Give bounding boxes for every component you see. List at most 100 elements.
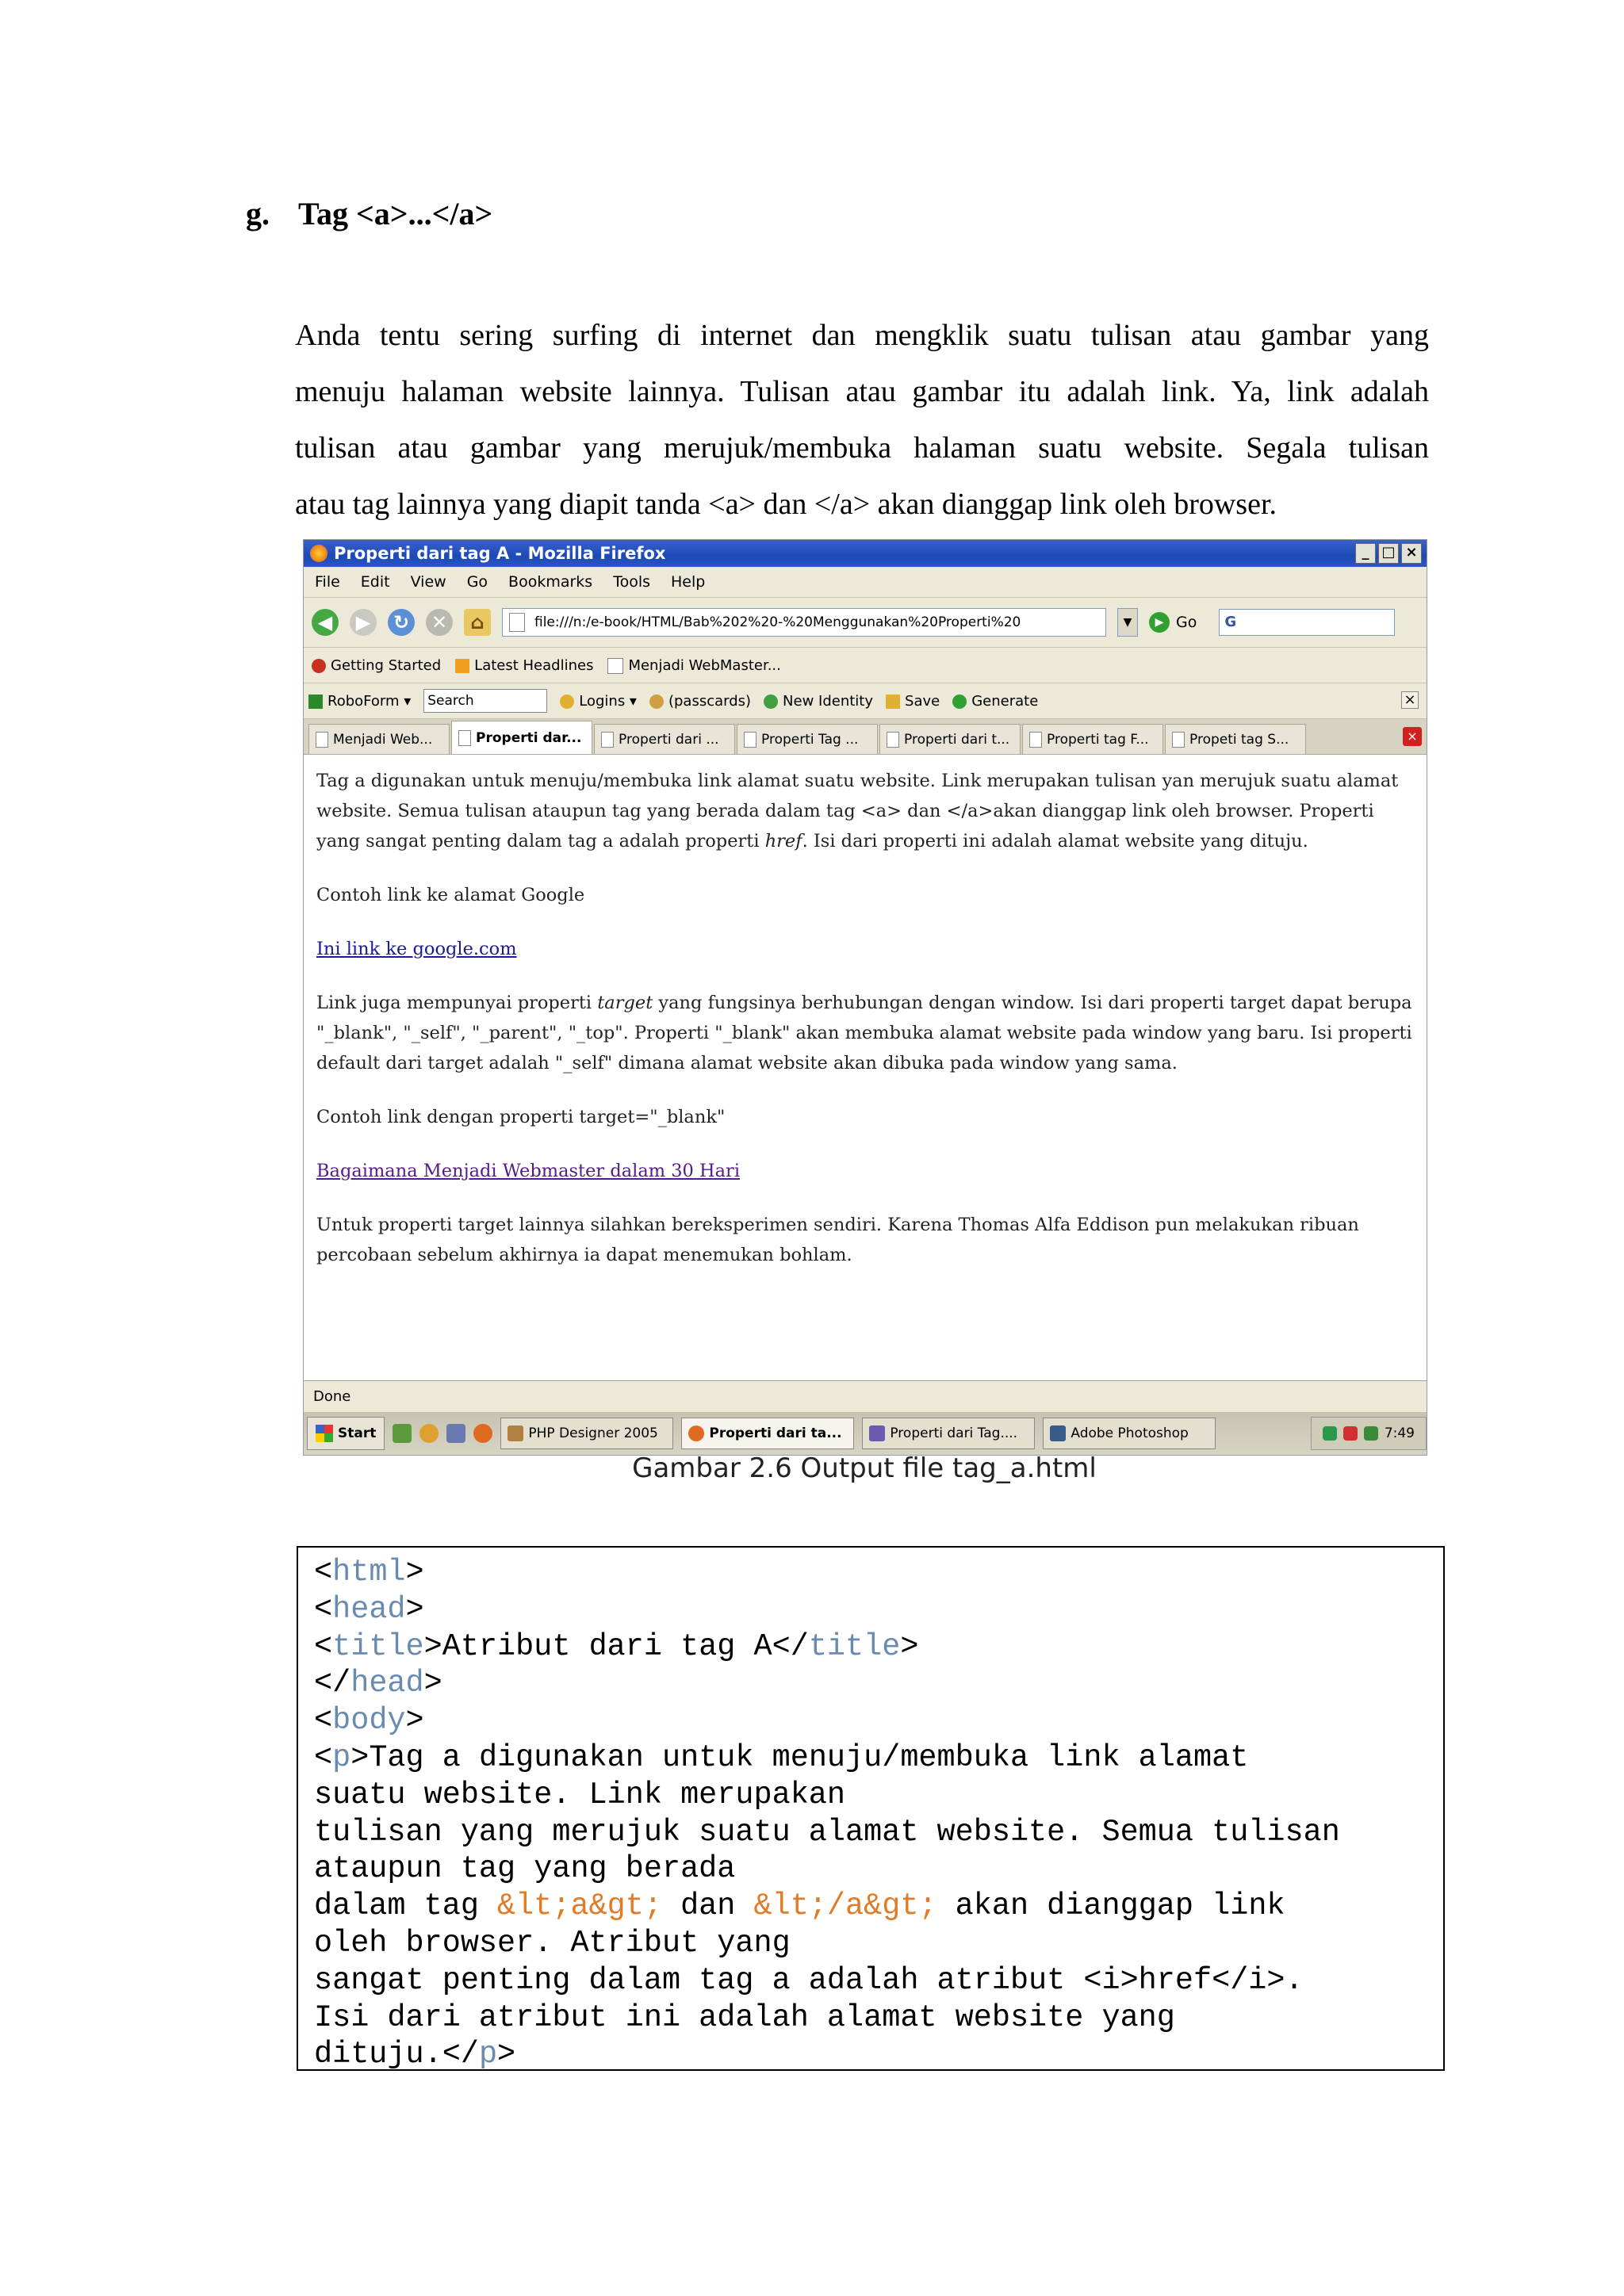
menu-file[interactable]: File [315,573,340,591]
code-tag: title [808,1628,901,1664]
tab-active[interactable]: Properti dar... [451,721,592,754]
content-paragraph: Untuk properti target lainnya silahkan b… [316,1215,1359,1265]
taskbar-item[interactable]: PHP Designer 2005 [500,1418,674,1449]
firefox-quicklaunch-icon[interactable] [473,1424,493,1443]
code-line: oleh browser. Atribut yang [314,1925,791,1961]
minimize-button[interactable]: _ [1355,543,1376,564]
roboform-button[interactable]: RoboForm ▾ [308,693,411,710]
paragraph-line: tulisan atau gambar yang merujuk/membuka… [295,431,1429,465]
bookmark-menjadi-webmaster[interactable]: Menjadi WebMaster... [607,656,781,674]
tab-label: Propeti tag S... [1189,731,1289,748]
bookmark-label: Menjadi WebMaster... [628,656,781,674]
taskbar-item[interactable]: Properti dari Tag.... [862,1418,1036,1449]
address-dropdown-icon[interactable]: ▼ [1117,608,1138,637]
menu-view[interactable]: View [411,573,446,591]
forward-icon[interactable]: ▶ [350,609,377,636]
maximize-button[interactable]: □ [1378,543,1399,564]
start-label: Start [338,1425,377,1441]
roboform-save[interactable]: Save [886,693,940,710]
go-button[interactable]: ▶ Go [1149,612,1197,633]
address-url: file:///n:/e-book/HTML/Bab%202%20-%20Men… [534,614,1021,630]
roboform-logins[interactable]: Logins ▾ [560,693,637,710]
menu-go[interactable]: Go [467,573,488,591]
google-link[interactable]: Ini link ke google.com [316,939,517,959]
roboform-close-icon[interactable]: × [1401,691,1419,709]
go-arrow-icon: ▶ [1149,612,1170,633]
page-icon [607,657,624,674]
code-entity: &lt;a&gt; [497,1888,662,1924]
navigation-toolbar: ◀ ▶ ↻ ✕ ⌂ file:///n:/e-book/HTML/Bab%202… [304,598,1427,648]
code-punct: < [314,1703,333,1739]
home-icon[interactable]: ⌂ [464,609,491,636]
section-heading: g. Tag <a>...</a> [246,195,492,232]
figure-caption: Gambar 2.6 Output file tag_a.html [632,1452,1097,1484]
code-line: ataupun tag yang berada [314,1851,736,1887]
content-paragraph: Link juga mempunyai properti target yang… [316,988,1414,1078]
tray-icon[interactable] [1322,1426,1337,1441]
code-line: </head> [314,1665,1427,1702]
code-line: tulisan yang merujuk suatu alamat websit… [314,1814,1340,1850]
paragraph-line: Anda tentu sering surfing di internet da… [295,319,1429,352]
back-icon[interactable]: ◀ [312,609,339,636]
task-label: PHP Designer 2005 [528,1425,658,1441]
close-button[interactable]: × [1401,543,1422,564]
code-text: dalam tag [314,1888,498,1924]
tab[interactable]: Properti dari t... [879,724,1021,754]
passcard-icon [649,694,664,709]
code-punct: </ [314,1666,351,1701]
page-icon [509,613,525,632]
section-title: Tag <a>...</a> [298,196,493,232]
start-button[interactable]: Start [307,1417,385,1450]
tab[interactable]: Properti tag F... [1022,724,1163,754]
code-tag: html [332,1555,406,1590]
tab[interactable]: Propeti tag S... [1165,724,1306,754]
tab-label: Properti dari t... [904,731,1010,748]
status-bar: Done [304,1380,1427,1412]
tray-icon[interactable] [1342,1426,1358,1441]
firefox-icon [310,545,327,562]
tab-label: Menjadi Web... [333,731,433,748]
tab[interactable]: Menjadi Web... [308,724,450,754]
code-line: <title>Atribut dari tag A</title> [314,1628,1427,1666]
tab[interactable]: Properti Tag ... [737,724,878,754]
code-entity: &lt;/a&gt; [753,1888,937,1924]
key-icon [560,694,575,709]
code-punct: < [314,1739,333,1775]
roboform-item-label: Generate [971,692,1039,710]
tab-label: Properti tag F... [1047,731,1149,748]
tray-icon[interactable] [1363,1426,1378,1441]
web-search-input[interactable]: G [1219,609,1396,636]
reload-icon[interactable]: ↻ [388,609,415,636]
menu-help[interactable]: Help [671,573,705,591]
roboform-new-identity[interactable]: New Identity [764,693,873,710]
menu-bookmarks[interactable]: Bookmarks [508,573,592,591]
webmaster-link[interactable]: Bagaimana Menjadi Webmaster dalam 30 Har… [316,1161,740,1181]
browser-screenshot: Properti dari tag A - Mozilla Firefox _ … [303,539,1427,1456]
tab[interactable]: Properti dari ... [594,724,735,754]
menu-edit[interactable]: Edit [361,573,390,591]
content-paragraph: Contoh link dengan properti target="_bla… [316,1107,726,1127]
desktop-icon[interactable] [393,1424,412,1443]
close-tab-icon[interactable]: × [1403,727,1422,746]
stop-icon[interactable]: ✕ [426,609,453,636]
roboform-search-input[interactable]: Search [423,689,548,713]
menu-tools[interactable]: Tools [613,573,650,591]
roboform-generate[interactable]: Generate [952,693,1038,710]
code-punct: > [405,1703,424,1739]
taskbar-item-active[interactable]: Properti dari ta... [681,1418,855,1449]
roboform-passcards[interactable]: (passcards) [649,693,751,710]
explorer-icon[interactable] [446,1424,466,1443]
code-text: dan [661,1888,754,1924]
windows-taskbar: Start PHP Designer 2005 Properti dari ta… [304,1412,1427,1455]
address-bar[interactable]: file:///n:/e-book/HTML/Bab%202%20-%20Men… [502,608,1106,637]
paragraph-line: atau tag lainnya yang diapit tanda <a> d… [295,488,1277,521]
bookmark-getting-started[interactable]: Getting Started [312,657,441,674]
taskbar-item[interactable]: Adobe Photoshop [1043,1418,1216,1449]
media-icon[interactable] [419,1424,439,1443]
code-text: dituju.</ [314,2037,479,2072]
bookmark-latest-headlines[interactable]: Latest Headlines [455,657,593,674]
code-punct: > [405,1591,424,1627]
bookmark-icon [312,658,326,673]
firefox-icon [688,1425,705,1441]
code-tag: body [332,1703,406,1739]
